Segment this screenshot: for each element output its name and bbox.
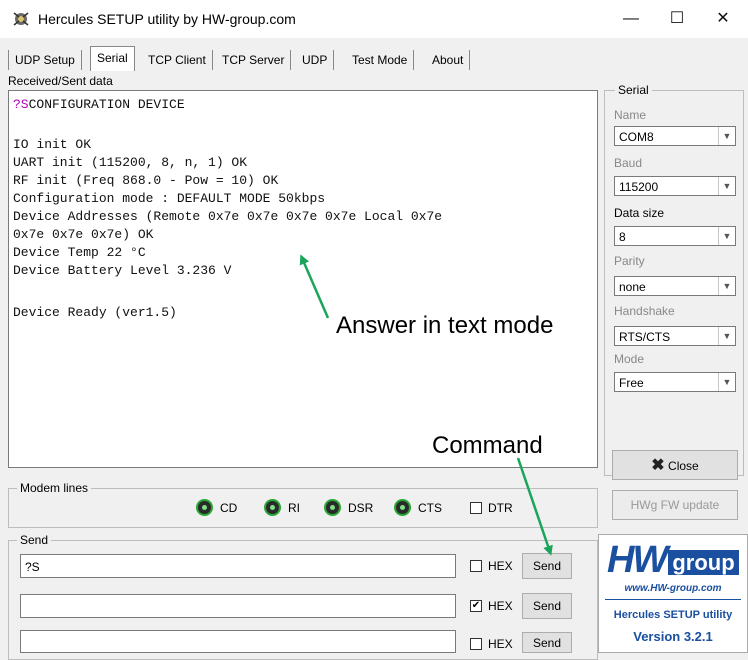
received-data-area[interactable]: ?SCONFIGURATION DEVICE IO init OK UART i…: [8, 90, 598, 468]
maximize-button[interactable]: ☐: [654, 4, 700, 34]
hwg-fw-update-button[interactable]: HWg FW update: [612, 490, 738, 520]
command-annotation: Command: [432, 432, 543, 459]
ri-label: RI: [288, 501, 300, 515]
cd-label: CD: [220, 501, 238, 515]
brand-hw: HW: [607, 539, 668, 581]
cts-label: CTS: [418, 501, 442, 515]
send-button-2[interactable]: Send: [522, 593, 572, 619]
received-line: UART init (115200, 8, n, 1) OK: [13, 155, 248, 170]
hercules-app-icon: [13, 12, 29, 26]
chevron-down-icon: ▼: [718, 327, 735, 345]
hex-label-2: HEX: [488, 599, 513, 613]
dtr-label: DTR: [488, 501, 513, 515]
chevron-down-icon: ▼: [718, 227, 735, 245]
cd-led-icon: [198, 501, 211, 514]
hex-checkbox-1[interactable]: [470, 560, 482, 572]
parity-select[interactable]: none ▼: [614, 276, 736, 296]
parity-value: none: [619, 280, 646, 294]
title-bar: Hercules SETUP utility by HW-group.com —…: [0, 0, 748, 38]
hw-group-logo[interactable]: HW group www.HW-group.com Hercules SETUP …: [598, 534, 748, 653]
data-size-value: 8: [619, 230, 626, 244]
brand-group: group: [668, 550, 739, 575]
dtr-checkbox[interactable]: [470, 502, 482, 514]
send-input-1-value: ?S: [25, 560, 40, 574]
received-line: Configuration mode : DEFAULT MODE 50kbps: [13, 191, 326, 206]
chevron-down-icon: ▼: [718, 373, 735, 391]
minimize-button[interactable]: —: [608, 4, 654, 34]
hex-label-3: HEX: [488, 637, 513, 651]
handshake-select[interactable]: RTS/CTS ▼: [614, 326, 736, 346]
tab-tcp-client[interactable]: TCP Client: [142, 50, 213, 70]
parity-label: Parity: [614, 254, 645, 268]
ri-led-icon: [266, 501, 279, 514]
close-window-button[interactable]: ✕: [700, 4, 746, 34]
modem-lines-title: Modem lines: [17, 481, 92, 495]
received-line: Device Addresses (Remote 0x7e 0x7e 0x7e …: [13, 209, 443, 224]
close-x-icon: ✖: [651, 456, 665, 474]
received-line: 0x7e 0x7e 0x7e) OK: [13, 227, 154, 242]
received-sent-label: Received/Sent data: [8, 74, 113, 88]
data-size-label: Data size: [614, 206, 665, 220]
handshake-value: RTS/CTS: [619, 330, 671, 344]
send-input-1[interactable]: ?S: [20, 554, 456, 578]
logo-url: www.HW-group.com: [624, 583, 722, 594]
chevron-down-icon: ▼: [718, 127, 735, 145]
received-line: IO init OK: [13, 137, 92, 152]
baud-label: Baud: [614, 156, 643, 170]
mode-select[interactable]: Free ▼: [614, 372, 736, 392]
hex-checkbox-3[interactable]: [470, 638, 482, 650]
logo-divider: [605, 599, 741, 600]
cts-led-icon: [396, 501, 409, 514]
send-group-title: Send: [17, 533, 52, 547]
baud-select[interactable]: 115200 ▼: [614, 176, 736, 196]
received-line: Device Temp 22 °C: [13, 245, 146, 260]
received-line: ?SCONFIGURATION DEVICE: [13, 97, 185, 112]
data-size-select[interactable]: 8 ▼: [614, 226, 736, 246]
send-input-2[interactable]: [20, 594, 456, 618]
hex-checkbox-2[interactable]: ✔: [470, 600, 482, 612]
mode-label: Mode: [614, 352, 645, 366]
tab-serial[interactable]: Serial: [90, 46, 135, 71]
close-port-label: Close: [668, 458, 699, 473]
serial-group-title: Serial: [615, 83, 652, 97]
logo-product: Hercules SETUP utility: [613, 609, 733, 621]
tab-tcp-server[interactable]: TCP Server: [216, 50, 292, 70]
window-title: Hercules SETUP utility by HW-group.com: [38, 11, 296, 27]
tab-test-mode[interactable]: Test Mode: [346, 50, 415, 70]
received-line-text: CONFIGURATION DEVICE: [28, 97, 185, 112]
port-name-value: COM8: [619, 130, 654, 144]
port-name-select[interactable]: COM8 ▼: [614, 126, 736, 146]
received-line: Device Ready (ver1.5): [13, 305, 177, 320]
hex-label-1: HEX: [488, 559, 513, 573]
received-line: Device Battery Level 3.236 V: [13, 263, 232, 278]
command-echo: ?S: [13, 97, 29, 112]
tab-udp[interactable]: UDP: [296, 50, 335, 70]
hw-group-brand: HW group: [607, 539, 739, 581]
chevron-down-icon: ▼: [718, 277, 735, 295]
send-button-1[interactable]: Send: [522, 553, 572, 579]
answer-annotation: Answer in text mode: [336, 312, 554, 339]
chevron-down-icon: ▼: [718, 177, 735, 195]
send-button-3[interactable]: Send: [522, 632, 572, 653]
tab-bar: UDP Setup Serial TCP Client TCP Server U…: [0, 46, 748, 71]
send-input-3[interactable]: [20, 630, 456, 653]
baud-value: 115200: [619, 180, 659, 194]
dsr-label: DSR: [348, 501, 374, 515]
received-line: RF init (Freq 868.0 - Pow = 10) OK: [13, 173, 279, 188]
tab-about[interactable]: About: [426, 50, 471, 70]
logo-version: Version 3.2.1: [633, 629, 713, 644]
dsr-led-icon: [326, 501, 339, 514]
close-port-button[interactable]: ✖ Close: [612, 450, 738, 480]
name-label: Name: [614, 108, 647, 122]
tab-udp-setup[interactable]: UDP Setup: [8, 50, 82, 70]
mode-value: Free: [619, 376, 644, 390]
handshake-label: Handshake: [614, 304, 675, 318]
